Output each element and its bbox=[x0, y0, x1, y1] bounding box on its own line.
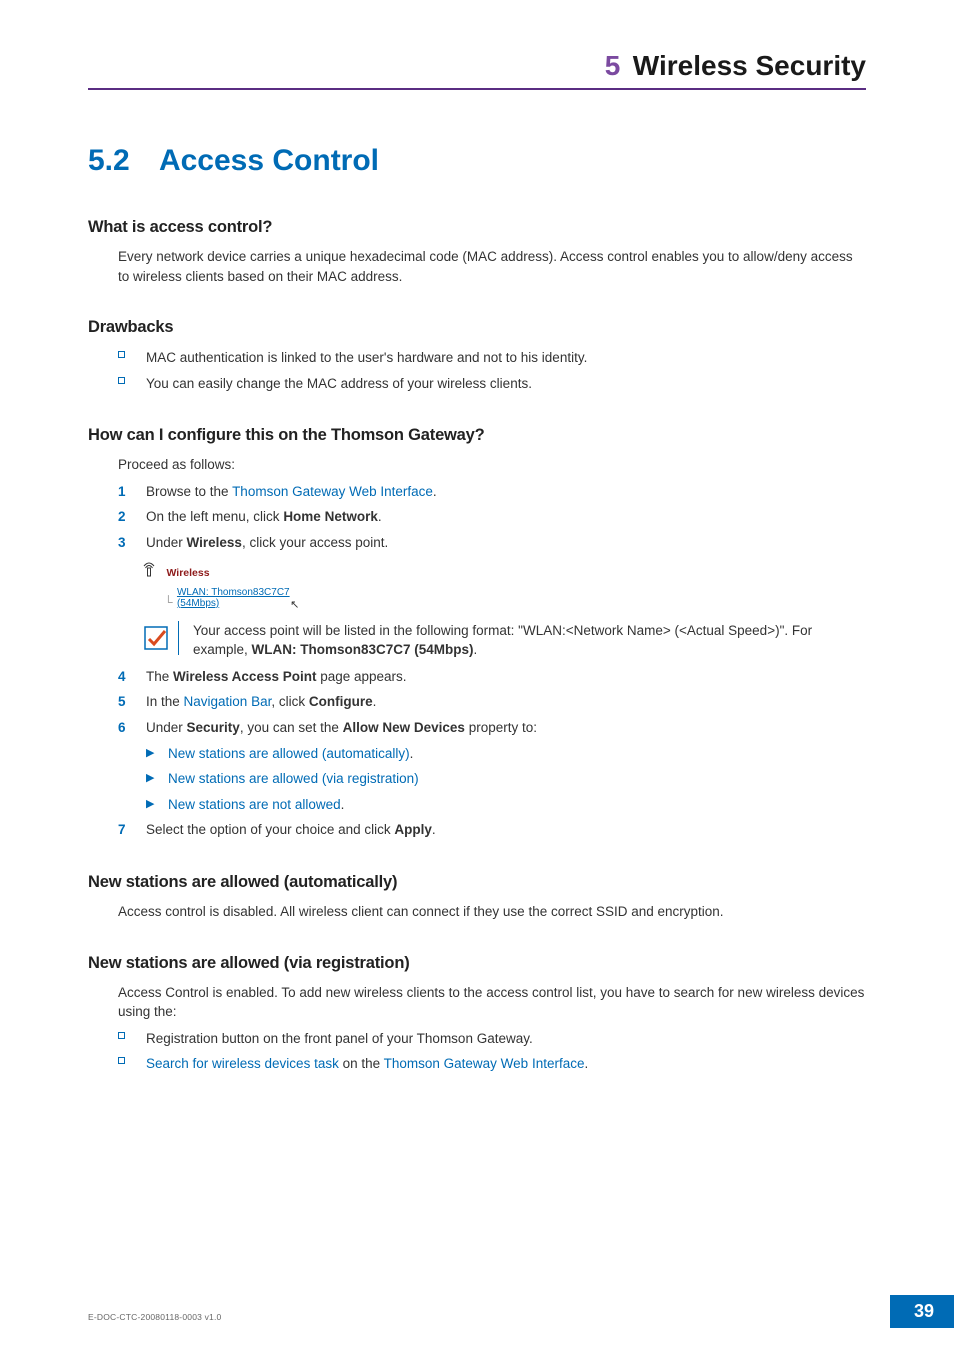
text-access-control: Every network device carries a unique he… bbox=[118, 247, 866, 286]
registration-list: Registration button on the front panel o… bbox=[118, 1028, 866, 1075]
link-search-task[interactable]: Search for wireless devices task bbox=[146, 1056, 339, 1071]
section-title: 5.2 Access Control bbox=[88, 144, 866, 178]
link-web-interface-2[interactable]: Thomson Gateway Web Interface bbox=[384, 1056, 585, 1071]
list-item-text: You can easily change the MAC address of… bbox=[146, 373, 532, 395]
step-number: 2 bbox=[118, 506, 146, 528]
chapter-title: Wireless Security bbox=[633, 50, 866, 81]
cursor-icon: ↖ bbox=[290, 599, 299, 611]
step-text: Select the option of your choice and cli… bbox=[146, 819, 436, 841]
list-item: ▶ New stations are not allowed. bbox=[146, 794, 866, 816]
list-item: Search for wireless devices task on the … bbox=[118, 1053, 866, 1075]
list-item: Registration button on the front panel o… bbox=[118, 1028, 866, 1050]
allow-devices-options: ▶ New stations are allowed (automaticall… bbox=[146, 743, 866, 816]
step-number: 7 bbox=[118, 819, 146, 841]
triangle-icon: ▶ bbox=[146, 768, 168, 788]
triangle-icon: ▶ bbox=[146, 743, 168, 763]
list-item: MAC authentication is linked to the user… bbox=[118, 347, 866, 369]
note-box: Your access point will be listed in the … bbox=[142, 621, 866, 660]
step-text: Under Security, you can set the Allow Ne… bbox=[146, 717, 537, 739]
wireless-label: Wireless bbox=[166, 567, 209, 579]
step-text: In the Navigation Bar, click Configure. bbox=[146, 691, 376, 713]
subhead-configure: How can I configure this on the Thomson … bbox=[88, 426, 866, 445]
section-number: 5.2 bbox=[88, 144, 130, 177]
subhead-access-control: What is access control? bbox=[88, 218, 866, 237]
link-option-registration[interactable]: New stations are allowed (via registrati… bbox=[168, 771, 419, 786]
step-7: 7 Select the option of your choice and c… bbox=[118, 819, 866, 841]
bullet-icon bbox=[118, 1028, 146, 1039]
section-name: Access Control bbox=[159, 144, 379, 177]
step-number: 5 bbox=[118, 691, 146, 713]
step-3: 3 Under Wireless, click your access poin… bbox=[118, 532, 866, 554]
subhead-drawbacks: Drawbacks bbox=[88, 318, 866, 337]
step-number: 6 bbox=[118, 717, 146, 739]
step-number: 3 bbox=[118, 532, 146, 554]
step-number: 1 bbox=[118, 481, 146, 503]
page-footer: E-DOC-CTC-20080118-0003 v1.0 39 bbox=[0, 1296, 954, 1328]
configure-steps: 1 Browse to the Thomson Gateway Web Inte… bbox=[118, 481, 866, 554]
configure-steps-cont: 4 The Wireless Access Point page appears… bbox=[118, 666, 866, 739]
step-1: 1 Browse to the Thomson Gateway Web Inte… bbox=[118, 481, 866, 503]
chapter-number: 5 bbox=[605, 50, 621, 81]
list-item-text: MAC authentication is linked to the user… bbox=[146, 347, 587, 369]
wireless-icon bbox=[142, 562, 156, 583]
subhead-auto: New stations are allowed (automatically) bbox=[88, 873, 866, 892]
step-text: On the left menu, click Home Network. bbox=[146, 506, 382, 528]
configure-intro: Proceed as follows: bbox=[118, 455, 866, 475]
link-option-auto[interactable]: New stations are allowed (automatically) bbox=[168, 746, 410, 761]
list-item: You can easily change the MAC address of… bbox=[118, 373, 866, 395]
link-web-interface[interactable]: Thomson Gateway Web Interface bbox=[232, 484, 433, 499]
subhead-registration: New stations are allowed (via registrati… bbox=[88, 954, 866, 973]
footer-doc-id: E-DOC-CTC-20080118-0003 v1.0 bbox=[88, 1312, 221, 1322]
step-text: Browse to the Thomson Gateway Web Interf… bbox=[146, 481, 437, 503]
list-item: ▶ New stations are allowed (automaticall… bbox=[146, 743, 866, 765]
note-icon bbox=[142, 621, 179, 655]
wlan-link[interactable]: WLAN: Thomson83C7C7 (54Mbps) bbox=[177, 587, 290, 609]
triangle-icon: ▶ bbox=[146, 794, 168, 814]
chapter-header: 5 Wireless Security bbox=[88, 50, 866, 90]
list-item-text: Registration button on the front panel o… bbox=[146, 1028, 533, 1050]
tree-icon: └ bbox=[164, 595, 173, 609]
text-auto: Access control is disabled. All wireless… bbox=[118, 902, 866, 922]
bullet-icon bbox=[118, 1053, 146, 1064]
footer-page-number: 39 bbox=[890, 1295, 954, 1328]
step-number: 4 bbox=[118, 666, 146, 688]
drawbacks-list: MAC authentication is linked to the user… bbox=[118, 347, 866, 394]
bullet-icon bbox=[118, 373, 146, 384]
list-item: ▶ New stations are allowed (via registra… bbox=[146, 768, 866, 790]
step-5: 5 In the Navigation Bar, click Configure… bbox=[118, 691, 866, 713]
note-text: Your access point will be listed in the … bbox=[193, 621, 866, 660]
step-text: Under Wireless, click your access point. bbox=[146, 532, 388, 554]
text-registration: Access Control is enabled. To add new wi… bbox=[118, 983, 866, 1022]
list-item-text: Search for wireless devices task on the … bbox=[146, 1053, 588, 1075]
link-option-not-allowed[interactable]: New stations are not allowed bbox=[168, 797, 341, 812]
wireless-screenshot: Wireless └ WLAN: Thomson83C7C7 (54Mbps) … bbox=[142, 562, 866, 611]
link-navigation-bar[interactable]: Navigation Bar bbox=[184, 694, 272, 709]
bullet-icon bbox=[118, 347, 146, 358]
step-2: 2 On the left menu, click Home Network. bbox=[118, 506, 866, 528]
step-6: 6 Under Security, you can set the Allow … bbox=[118, 717, 866, 739]
configure-step-7: 7 Select the option of your choice and c… bbox=[118, 819, 866, 841]
step-4: 4 The Wireless Access Point page appears… bbox=[118, 666, 866, 688]
step-text: The Wireless Access Point page appears. bbox=[146, 666, 407, 688]
